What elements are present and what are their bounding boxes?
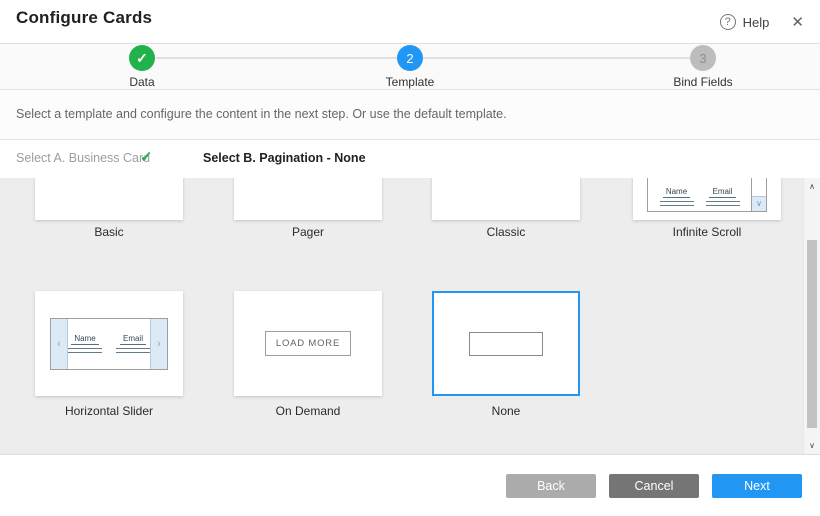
select-a-business-card[interactable]: Select A. Business Card xyxy=(16,151,150,165)
preview-email-label: Email xyxy=(709,187,735,198)
preview-email-label: Email xyxy=(120,334,146,345)
template-card-pager[interactable] xyxy=(234,178,382,220)
template-card-horizontal-slider[interactable]: ‹ Name Email › xyxy=(35,291,183,396)
dialog-footer: Back Cancel Next xyxy=(0,456,820,516)
cancel-button[interactable]: Cancel xyxy=(609,474,699,498)
template-card-on-demand[interactable]: LOAD MORE xyxy=(234,291,382,396)
template-card-basic[interactable] xyxy=(35,178,183,220)
chevron-left-icon: ‹ xyxy=(51,319,68,369)
step-bind-fields-circle[interactable]: 3 xyxy=(690,45,716,71)
dialog-title: Configure Cards xyxy=(16,8,152,28)
instruction-bar: Select a template and configure the cont… xyxy=(0,90,820,140)
template-label-horizontal-slider: Horizontal Slider xyxy=(35,404,183,418)
template-card-none[interactable] xyxy=(432,291,580,396)
template-label-on-demand: On Demand xyxy=(234,404,382,418)
back-button[interactable]: Back xyxy=(506,474,596,498)
instruction-text: Select a template and configure the cont… xyxy=(16,107,507,121)
help-icon[interactable]: ? xyxy=(720,14,736,30)
horizontal-slider-preview: ‹ Name Email › xyxy=(50,318,168,370)
load-more-preview-button: LOAD MORE xyxy=(265,331,351,356)
dialog-header: Configure Cards ? Help ✕ xyxy=(0,0,820,44)
next-button[interactable]: Next xyxy=(712,474,802,498)
step-data-label: Data xyxy=(82,75,202,89)
select-b-pagination[interactable]: Select B. Pagination - None xyxy=(203,151,366,165)
step-connector-2 xyxy=(423,57,690,59)
template-label-basic: Basic xyxy=(35,225,183,239)
vertical-scrollbar[interactable]: ∧ ∨ xyxy=(803,178,820,454)
help-button[interactable]: Help xyxy=(743,15,770,30)
chevron-right-icon: › xyxy=(150,319,167,369)
none-preview-box xyxy=(469,332,543,356)
template-label-infinite-scroll: Infinite Scroll xyxy=(633,225,781,239)
scroll-down-icon[interactable]: ∨ xyxy=(804,437,820,454)
chevron-down-icon: ∨ xyxy=(752,196,766,211)
close-icon[interactable]: ✕ xyxy=(787,11,808,33)
template-gallery-viewport: Basic Pager Classic Name Email xyxy=(0,178,803,454)
header-actions: ? Help ✕ xyxy=(720,0,808,44)
step-connector-1 xyxy=(156,57,397,59)
step-template-label: Template xyxy=(350,75,470,89)
step-template-circle[interactable]: 2 xyxy=(397,45,423,71)
check-icon: ✓ xyxy=(140,148,153,166)
template-label-pager: Pager xyxy=(234,225,382,239)
template-label-classic: Classic xyxy=(432,225,580,239)
preview-name-label: Name xyxy=(663,187,690,198)
preview-name-label: Name xyxy=(71,334,98,345)
infinite-scroll-preview: Name Email ∨ xyxy=(647,178,767,212)
template-card-infinite-scroll[interactable]: Name Email ∨ xyxy=(633,178,781,220)
template-card-classic[interactable] xyxy=(432,178,580,220)
scrollbar-thumb[interactable] xyxy=(807,240,817,428)
scroll-up-icon[interactable]: ∧ xyxy=(804,178,820,195)
configure-cards-dialog: Configure Cards ? Help ✕ ✓ Data 2 Templa… xyxy=(0,0,820,516)
template-gallery: Basic Pager Classic Name Email xyxy=(0,178,820,455)
template-label-none: None xyxy=(432,404,580,418)
step-data-circle[interactable]: ✓ xyxy=(129,45,155,71)
step-bind-fields-label: Bind Fields xyxy=(643,75,763,89)
wizard-steps: ✓ Data 2 Template 3 Bind Fields xyxy=(0,44,820,90)
selection-row: Select A. Business Card ✓ Select B. Pagi… xyxy=(0,140,820,178)
